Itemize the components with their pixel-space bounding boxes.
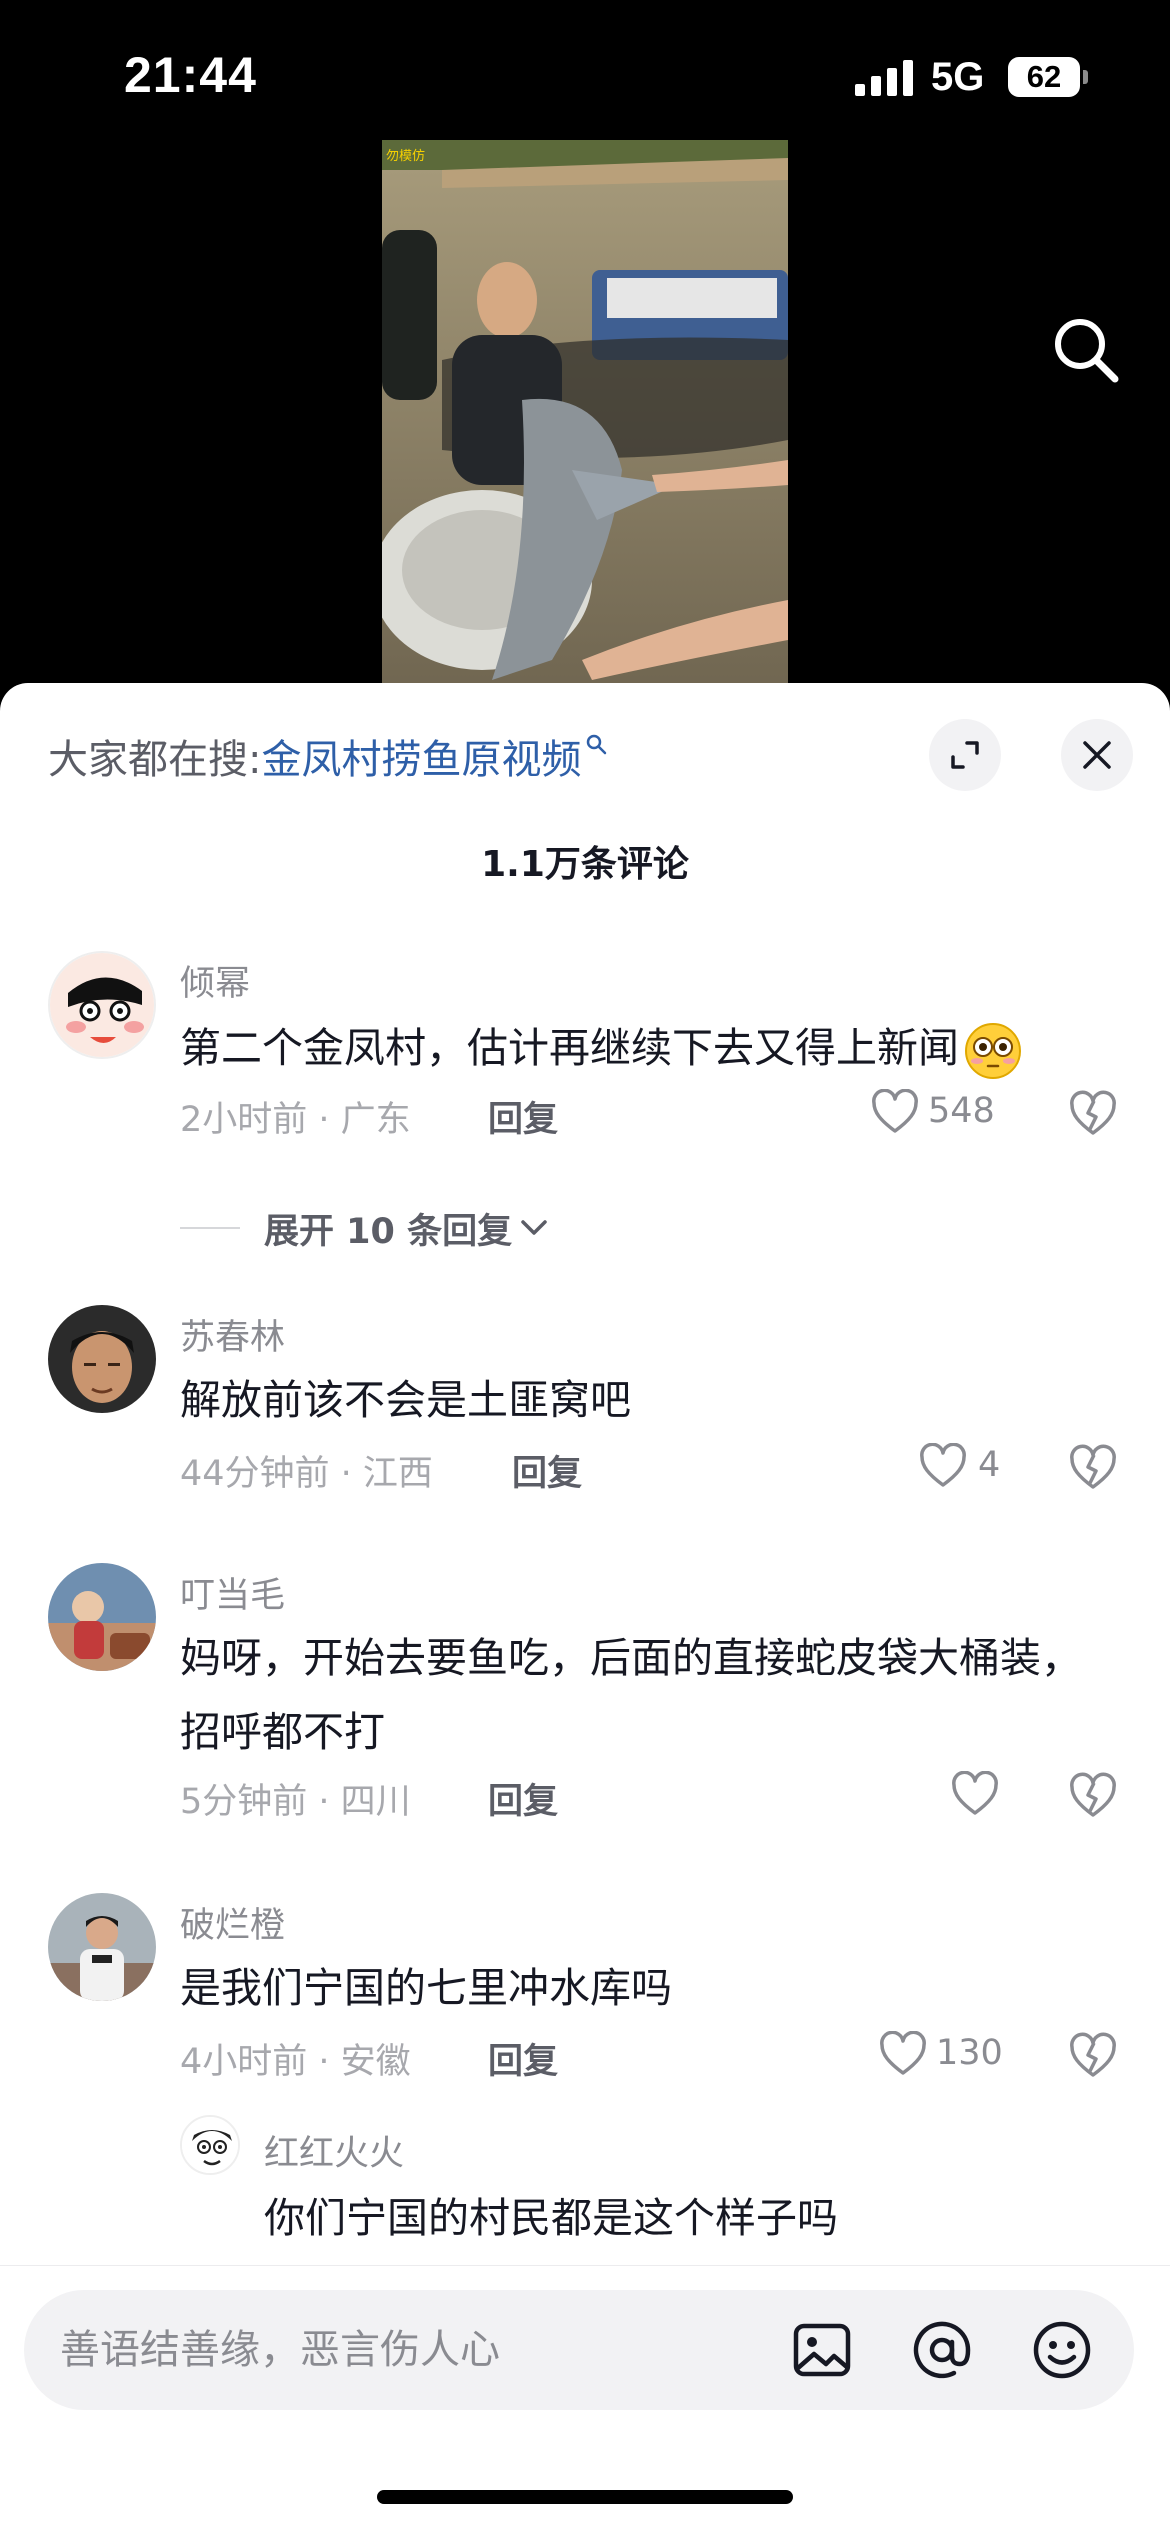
expand-replies-button[interactable]: 展开 10 条回复 bbox=[180, 1203, 580, 1253]
like-count: 548 bbox=[928, 1091, 995, 1131]
avatar[interactable] bbox=[48, 1305, 156, 1413]
like-button[interactable]: 130 bbox=[878, 2029, 1028, 2079]
mini-search-icon bbox=[587, 734, 607, 755]
comment-username[interactable]: 苏春林 bbox=[180, 1309, 285, 1360]
comment-item: 破烂橙 是我们宁国的七里冲水库吗 4小时前 · 安徽 回复 130 bbox=[0, 1893, 1170, 2083]
avatar[interactable] bbox=[48, 951, 156, 1059]
comment-count: 1.1万条评论 bbox=[481, 844, 689, 885]
expand-divider bbox=[180, 1227, 240, 1229]
avatar-photo bbox=[48, 1893, 156, 2001]
avatar-cartoon bbox=[50, 953, 154, 1057]
heart-icon bbox=[880, 2031, 926, 2075]
status-bar: 21:44 5G 62 bbox=[0, 0, 1170, 140]
comment-input-box[interactable] bbox=[24, 2290, 1134, 2410]
comment-meta: 44分钟前 · 江西 bbox=[180, 1454, 433, 1494]
close-icon bbox=[1083, 741, 1111, 769]
comment-username[interactable]: 破烂橙 bbox=[180, 1897, 285, 1948]
comment-text-body: 第二个金凤村，估计再继续下去又得上新闻 bbox=[180, 1024, 959, 1072]
expand-replies-label: 展开 10 条回复 bbox=[264, 1212, 513, 1252]
avatar-photo bbox=[48, 1305, 156, 1413]
reply-button[interactable]: 回复 bbox=[488, 1091, 558, 1142]
hot-search[interactable]: 大家都在搜:金凤村捞鱼原视频 bbox=[48, 727, 607, 785]
network-label: 5G bbox=[931, 55, 985, 99]
like-button[interactable]: 548 bbox=[870, 1087, 1020, 1137]
comment-text: 第二个金凤村，估计再继续下去又得上新闻 bbox=[180, 1011, 1100, 1085]
hot-search-keyword[interactable]: 金凤村捞鱼原视频 bbox=[261, 737, 581, 783]
comment-text: 是我们宁国的七里冲水库吗 bbox=[180, 1964, 672, 2012]
heart-icon bbox=[872, 1089, 918, 1133]
like-count: 4 bbox=[978, 1445, 1001, 1485]
comment-meta: 4小时前 · 安徽 bbox=[180, 2042, 411, 2082]
comment-meta: 2小时前 · 广东 bbox=[180, 1100, 411, 1140]
reply-button[interactable]: 回复 bbox=[512, 1445, 582, 1496]
video-watermark: 勿模仿 bbox=[386, 149, 425, 164]
like-button[interactable] bbox=[950, 1769, 1010, 1819]
sub-reply-item: 红红火火 你们宁国的村民都是这个样子吗 bbox=[0, 2115, 1170, 2265]
expand-icon bbox=[951, 741, 979, 769]
battery-level: 62 bbox=[1008, 57, 1080, 97]
status-time: 21:44 bbox=[124, 47, 257, 103]
like-button[interactable]: 4 bbox=[918, 1441, 1018, 1491]
dislike-heart-icon[interactable] bbox=[1068, 2031, 1118, 2079]
reply-button[interactable]: 回复 bbox=[488, 1773, 558, 1824]
close-button[interactable] bbox=[1061, 719, 1133, 791]
battery-icon: 62 bbox=[1008, 57, 1088, 97]
expand-button[interactable] bbox=[929, 719, 1001, 791]
signal-icon bbox=[855, 60, 915, 96]
avatar[interactable] bbox=[48, 1563, 156, 1671]
reply-button[interactable]: 回复 bbox=[488, 2033, 558, 2084]
flushed-emoji-icon bbox=[965, 1023, 1021, 1079]
avatar[interactable] bbox=[48, 1893, 156, 2001]
home-indicator[interactable] bbox=[377, 2490, 793, 2504]
comment-item: 叮当毛 妈呀，开始去要鱼吃，后面的直接蛇皮袋大桶装，招呼都不打 5分钟前 · 四… bbox=[0, 1563, 1170, 1833]
avatar-cartoon bbox=[182, 2117, 238, 2173]
heart-icon bbox=[920, 1443, 966, 1487]
dislike-heart-icon[interactable] bbox=[1068, 1443, 1118, 1491]
dislike-heart-icon[interactable] bbox=[1068, 1089, 1118, 1137]
comment-text: 解放前该不会是土匪窝吧 bbox=[180, 1376, 631, 1424]
comment-input[interactable] bbox=[60, 2316, 760, 2384]
at-icon[interactable] bbox=[910, 2318, 974, 2382]
heart-icon bbox=[952, 1771, 998, 1815]
dislike-heart-icon[interactable] bbox=[1068, 1771, 1118, 1819]
video-thumbnail[interactable]: 勿模仿 bbox=[382, 140, 788, 700]
avatar-photo bbox=[48, 1563, 156, 1671]
sub-reply-username[interactable]: 红红火火 bbox=[264, 2125, 404, 2176]
image-icon[interactable] bbox=[790, 2318, 854, 2382]
sub-reply-text: 你们宁国的村民都是这个样子吗 bbox=[264, 2194, 838, 2242]
comment-username[interactable]: 叮当毛 bbox=[180, 1567, 285, 1618]
video-scene: 勿模仿 bbox=[382, 140, 788, 700]
like-count: 130 bbox=[936, 2033, 1003, 2073]
comment-text: 妈呀，开始去要鱼吃，后面的直接蛇皮袋大桶装，招呼都不打 bbox=[180, 1634, 1082, 1756]
search-icon[interactable] bbox=[1051, 315, 1121, 385]
comment-item: 倾幂 第二个金凤村，估计再继续下去又得上新闻 2小时前 · 广东 回复 548 bbox=[0, 951, 1170, 1151]
chevron-down-icon bbox=[521, 1220, 547, 1235]
video-area[interactable]: 勿模仿 bbox=[0, 140, 1170, 700]
comment-meta: 5分钟前 · 四川 bbox=[180, 1782, 411, 1822]
sub-reply-avatar[interactable] bbox=[180, 2115, 240, 2175]
comment-sheet: 大家都在搜:金凤村捞鱼原视频 1.1万条评论 倾幂 第二个金凤村，估计再继续下去… bbox=[0, 683, 1170, 2532]
comment-item: 苏春林 解放前该不会是土匪窝吧 44分钟前 · 江西 回复 4 bbox=[0, 1305, 1170, 1495]
comment-username[interactable]: 倾幂 bbox=[180, 955, 250, 1006]
emoji-icon[interactable] bbox=[1030, 2318, 1094, 2382]
hot-search-prefix: 大家都在搜: bbox=[48, 737, 262, 783]
sheet-header: 大家都在搜:金凤村捞鱼原视频 1.1万条评论 bbox=[0, 683, 1170, 885]
